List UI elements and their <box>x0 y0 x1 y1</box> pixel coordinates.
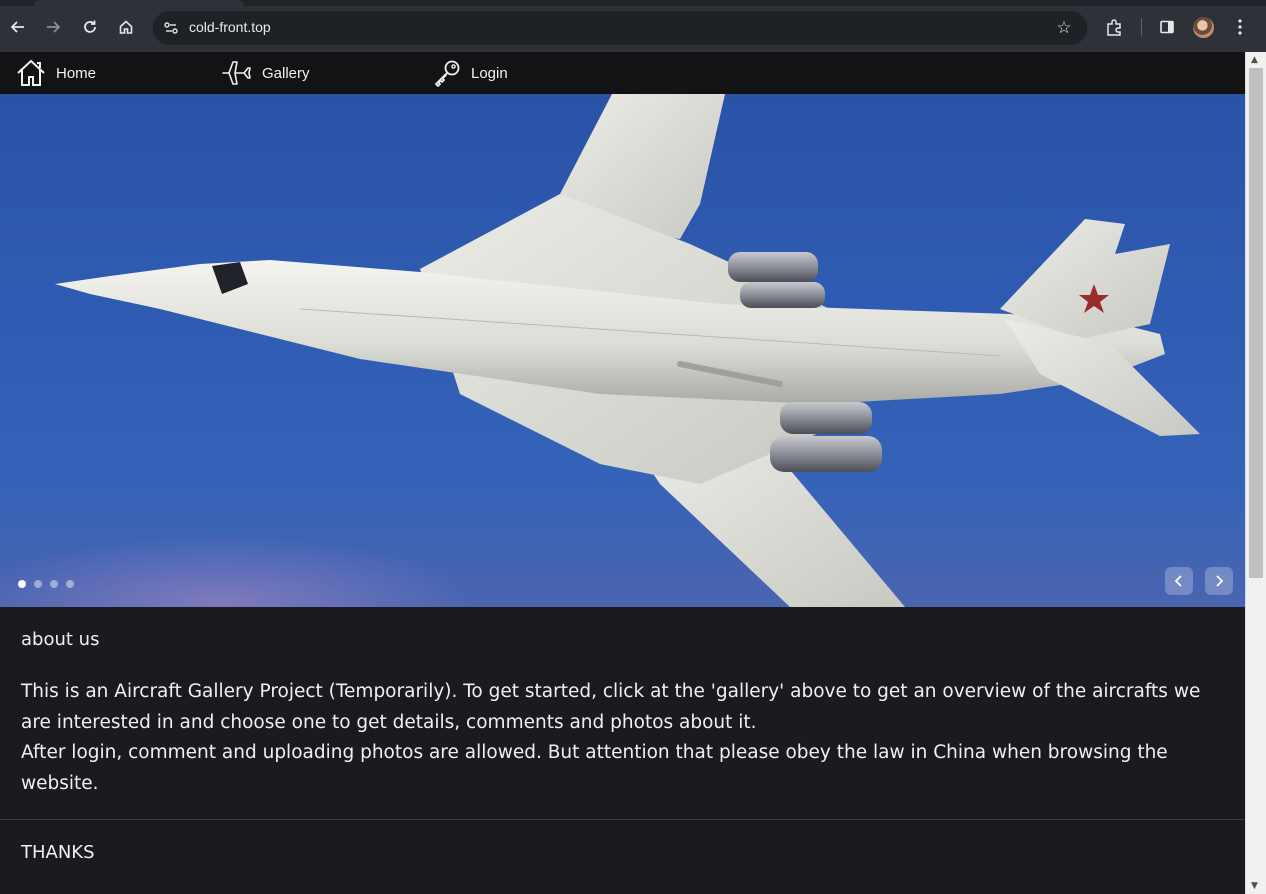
scroll-up-arrow-icon[interactable]: ▲ <box>1251 55 1258 65</box>
chevron-right-icon <box>1216 575 1224 587</box>
home-icon[interactable] <box>113 14 139 40</box>
tab-strip <box>0 0 1266 6</box>
browser-toolbar: cold-front.top ☆ <box>0 0 1266 52</box>
toolbar-separator <box>1141 18 1142 36</box>
reload-icon[interactable] <box>77 14 103 40</box>
nav-label-gallery: Gallery <box>262 64 310 82</box>
about-paragraph-2: After login, comment and uploading photo… <box>21 742 1168 794</box>
scrollbar-thumb[interactable] <box>1249 68 1263 578</box>
carousel-dot-3[interactable] <box>50 580 58 588</box>
carousel-next-button[interactable] <box>1205 567 1233 595</box>
key-icon <box>435 60 460 87</box>
nav-item-gallery[interactable]: Gallery <box>221 52 310 94</box>
carousel-prev-button[interactable] <box>1165 567 1193 595</box>
airplane-icon <box>222 61 251 85</box>
kebab-menu-icon[interactable] <box>1227 14 1253 40</box>
chevron-left-icon <box>1174 575 1182 587</box>
nav-item-home[interactable]: Home <box>16 52 96 94</box>
nav-label-home: Home <box>56 64 97 82</box>
bookmark-star-icon[interactable]: ☆ <box>1053 17 1075 39</box>
profile-avatar[interactable] <box>1193 17 1214 38</box>
site-nav: Home Gallery Login <box>0 52 1245 94</box>
scroll-down-arrow-icon[interactable]: ▼ <box>1251 881 1258 891</box>
hero-carousel[interactable] <box>0 94 1245 607</box>
carousel-dot-2[interactable] <box>34 580 42 588</box>
about-section: about us This is an Aircraft Gallery Pro… <box>0 607 1245 894</box>
carousel-indicators <box>18 580 74 588</box>
about-body: This is an Aircraft Gallery Project (Tem… <box>21 677 1221 799</box>
about-heading: about us <box>21 629 100 650</box>
carousel-dot-1[interactable] <box>18 580 26 588</box>
site-info-icon[interactable] <box>161 18 181 38</box>
back-arrow-icon[interactable] <box>5 14 31 40</box>
side-panel-icon[interactable] <box>1154 14 1180 40</box>
about-paragraph-1: This is an Aircraft Gallery Project (Tem… <box>21 681 1201 733</box>
carousel-dot-4[interactable] <box>66 580 74 588</box>
nav-item-login[interactable]: Login <box>433 52 508 94</box>
thanks-heading: THANKS <box>21 842 95 863</box>
active-tab[interactable] <box>34 0 244 6</box>
url-text[interactable]: cold-front.top <box>189 19 271 35</box>
address-bar[interactable]: cold-front.top ☆ <box>153 11 1087 45</box>
forward-arrow-icon[interactable] <box>40 14 66 40</box>
page-scrollbar[interactable]: ▲ ▼ <box>1245 52 1266 894</box>
section-divider <box>0 819 1245 820</box>
house-icon <box>17 59 45 86</box>
hero-aircraft-image <box>55 94 1200 607</box>
extensions-icon[interactable] <box>1101 14 1127 40</box>
nav-label-login: Login <box>471 64 508 82</box>
